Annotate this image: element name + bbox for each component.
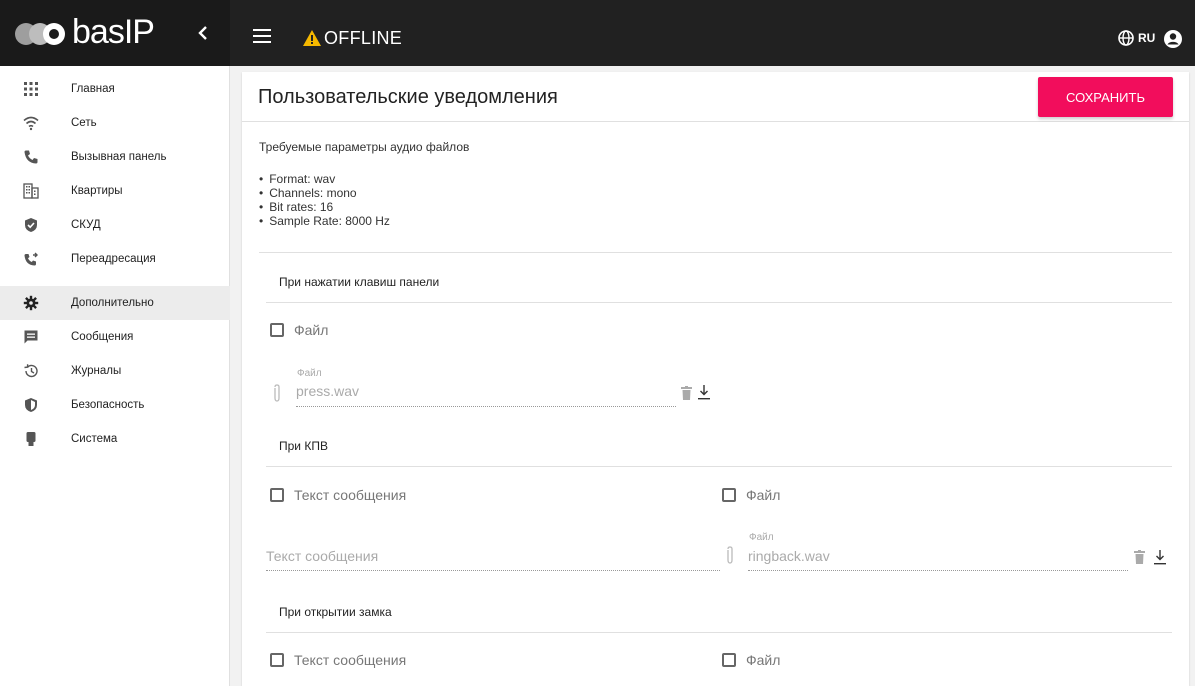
- globe-icon: [1118, 30, 1134, 46]
- sidebar-item-label: Главная: [71, 83, 115, 95]
- language-label: RU: [1138, 31, 1156, 45]
- paperclip-icon: [727, 546, 733, 564]
- list-item: Channels: mono: [259, 186, 390, 200]
- kpv-file-checkbox[interactable]: Файл: [722, 487, 780, 503]
- sidebar-item-label: Журналы: [71, 365, 122, 377]
- trash-icon[interactable]: [1134, 550, 1145, 564]
- download-icon[interactable]: [1154, 549, 1166, 565]
- sidebar-item-label: Дополнительно: [71, 297, 154, 309]
- sidebar-item-label: Вызывная панель: [71, 151, 167, 163]
- kpv-file-label: Файл: [749, 532, 774, 543]
- divider: [266, 302, 1172, 303]
- gear-icon: [23, 295, 39, 311]
- sidebar: Главная Сеть Вызывная панель Квартиры СК…: [0, 66, 230, 686]
- press-file-label: Файл: [297, 368, 322, 379]
- checkbox[interactable]: [722, 653, 736, 667]
- requirements-title: Требуемые параметры аудио файлов: [259, 140, 470, 154]
- connection-status: OFFLINE: [324, 28, 403, 48]
- logo-icon: [15, 23, 65, 45]
- list-item: Bit rates: 16: [259, 200, 390, 214]
- checkbox[interactable]: [722, 488, 736, 502]
- sidebar-item-label: Квартиры: [71, 185, 123, 197]
- sidebar-item-security[interactable]: Безопасность: [0, 388, 230, 422]
- requirements-list: Format: wav Channels: mono Bit rates: 16…: [259, 172, 390, 228]
- checkbox-label: Текст сообщения: [294, 652, 407, 668]
- sidebar-item-system[interactable]: Система: [0, 422, 230, 456]
- card-header: Пользовательские уведомления СОХРАНИТЬ: [242, 72, 1189, 122]
- sidebar-item-label: СКУД: [71, 219, 101, 231]
- kpv-message-input[interactable]: Текст сообщения: [266, 548, 378, 564]
- message-icon: [24, 330, 38, 344]
- paperclip-icon: [274, 384, 280, 402]
- checkbox-label: Файл: [746, 652, 781, 668]
- sidebar-item-label: Переадресация: [71, 253, 156, 265]
- checkbox-label: Файл: [294, 322, 329, 338]
- shield-check-icon: [25, 218, 37, 232]
- kpv-file-input[interactable]: ringback.wav: [748, 548, 830, 564]
- divider: [266, 632, 1172, 633]
- checkbox[interactable]: [270, 323, 284, 337]
- section-title-lock: При открытии замка: [279, 605, 392, 619]
- language-selector[interactable]: RU: [1118, 30, 1155, 46]
- warning-icon: [303, 30, 321, 46]
- divider: [266, 466, 1172, 467]
- settings-card: Пользовательские уведомления СОХРАНИТЬ Т…: [242, 72, 1189, 686]
- input-underline: [266, 570, 720, 571]
- input-underline: [296, 406, 676, 407]
- page-title: Пользовательские уведомления: [258, 86, 558, 108]
- security-icon: [25, 398, 37, 412]
- list-item: Format: wav: [259, 172, 390, 186]
- checkbox-label: Файл: [746, 487, 781, 503]
- building-icon: [23, 183, 39, 199]
- device-icon: [26, 432, 36, 446]
- download-icon[interactable]: [698, 384, 710, 400]
- section-title-press: При нажатии клавиш панели: [279, 275, 440, 289]
- sidebar-item-label: Безопасность: [71, 399, 145, 411]
- list-item: Sample Rate: 8000 Hz: [259, 214, 390, 228]
- phone-icon: [24, 150, 38, 164]
- divider: [259, 252, 1172, 253]
- menu-icon[interactable]: [253, 29, 271, 43]
- logo-text: basIP: [72, 13, 155, 51]
- sidebar-item-access-control[interactable]: СКУД: [0, 208, 230, 242]
- sidebar-item-logs[interactable]: Журналы: [0, 354, 230, 388]
- save-button[interactable]: СОХРАНИТЬ: [1038, 77, 1173, 117]
- user-account-icon[interactable]: [1163, 29, 1183, 49]
- sidebar-item-network[interactable]: Сеть: [0, 106, 230, 140]
- phone-forward-icon: [24, 252, 38, 266]
- sidebar-item-additional[interactable]: Дополнительно: [0, 286, 230, 320]
- chevron-left-icon[interactable]: [196, 24, 210, 42]
- sidebar-item-forwarding[interactable]: Переадресация: [0, 242, 230, 276]
- sidebar-item-messages[interactable]: Сообщения: [0, 320, 230, 354]
- checkbox[interactable]: [270, 488, 284, 502]
- logo-area: basIP: [0, 0, 230, 66]
- kpv-text-checkbox[interactable]: Текст сообщения: [270, 487, 406, 503]
- top-bar: basIP OFFLINE RU: [0, 0, 1195, 66]
- lock-file-checkbox[interactable]: Файл: [722, 652, 780, 668]
- input-underline: [748, 570, 1128, 571]
- grid-icon: [24, 82, 38, 96]
- sidebar-item-call-panel[interactable]: Вызывная панель: [0, 140, 230, 174]
- press-file-input[interactable]: press.wav: [296, 383, 359, 399]
- checkbox[interactable]: [270, 653, 284, 667]
- history-icon: [24, 364, 38, 378]
- press-file-checkbox[interactable]: Файл: [270, 322, 328, 338]
- trash-icon[interactable]: [681, 386, 692, 400]
- section-title-kpv: При КПВ: [279, 439, 328, 453]
- sidebar-item-label: Сеть: [71, 117, 97, 129]
- checkbox-label: Текст сообщения: [294, 487, 407, 503]
- wifi-icon: [23, 116, 39, 131]
- sidebar-item-label: Система: [71, 433, 118, 445]
- lock-text-checkbox[interactable]: Текст сообщения: [270, 652, 406, 668]
- sidebar-item-home[interactable]: Главная: [0, 72, 230, 106]
- sidebar-item-apartments[interactable]: Квартиры: [0, 174, 230, 208]
- sidebar-item-label: Сообщения: [71, 331, 134, 343]
